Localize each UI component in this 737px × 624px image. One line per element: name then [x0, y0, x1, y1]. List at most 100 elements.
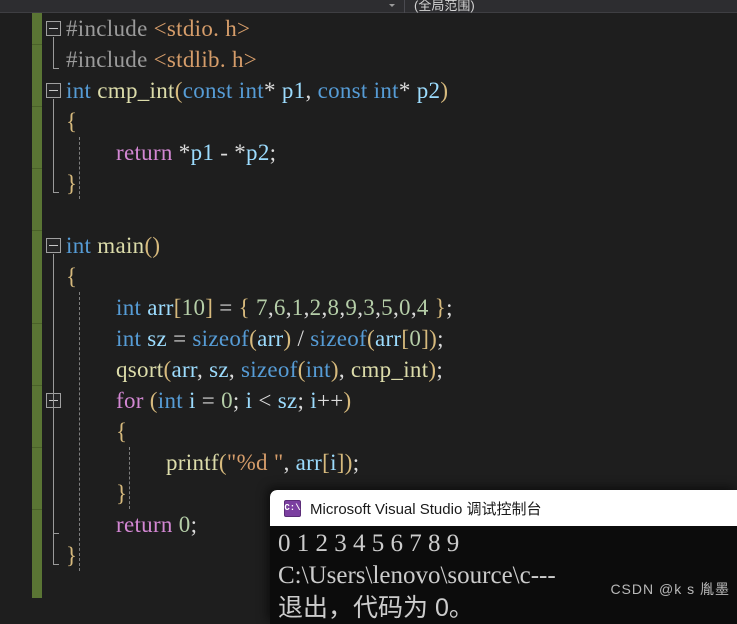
code-line[interactable]: qsort(arr, sz, sizeof(int), cmp_int);: [116, 354, 443, 385]
code-line[interactable]: for (int i = 0; i < sz; i++): [116, 385, 351, 416]
code-token-brace: [: [322, 450, 331, 475]
code-line[interactable]: int cmp_int(const int* p1, const int* p2…: [66, 75, 448, 106]
code-token-kw: sizeof: [192, 326, 250, 351]
code-token-var: p2: [416, 78, 441, 103]
code-token-str: <stdlib. h>: [153, 47, 258, 72]
code-token-brace: }: [116, 481, 128, 506]
code-token-var: sz: [277, 388, 298, 413]
code-token-num: 7: [256, 295, 268, 320]
code-line[interactable]: #include <stdio. h>: [66, 13, 250, 44]
fold-region-foot: [53, 564, 59, 565]
code-token-pre: #include: [66, 47, 154, 72]
change-bar-seam: [32, 44, 42, 45]
outlining-margin[interactable]: [42, 13, 66, 624]
code-line[interactable]: return 0;: [116, 509, 197, 540]
code-token-var: sz: [147, 326, 168, 351]
code-token-brace: {: [66, 264, 78, 289]
code-line[interactable]: }: [66, 540, 77, 571]
code-token-plain: ++: [316, 388, 344, 413]
code-line[interactable]: {: [66, 261, 77, 292]
code-token-punct: ,: [305, 78, 318, 103]
scope-dropdown-label[interactable]: (全局范围): [414, 0, 475, 14]
code-token-plain: /: [291, 326, 311, 351]
code-token-kw: sizeof: [310, 326, 367, 351]
code-token-fn: cmp_int: [350, 357, 429, 382]
fold-collapse-icon[interactable]: [46, 21, 61, 36]
code-line[interactable]: }: [66, 168, 77, 199]
change-bar-seam: [32, 168, 42, 169]
code-token-brace: (: [218, 450, 227, 475]
code-token-plain: *: [263, 78, 282, 103]
code-token-var: arr: [171, 357, 197, 382]
code-token-brace: {: [238, 295, 250, 320]
code-token-str: <stdio. h>: [153, 16, 251, 41]
code-token-num: 2: [309, 295, 322, 320]
code-token-var: arr: [257, 326, 284, 351]
code-token-punct: ,: [283, 450, 296, 475]
change-bar-seam: [32, 230, 42, 231]
code-token-punct: ,: [228, 357, 241, 382]
change-tracking-bar: [32, 13, 42, 598]
code-token-brace: (: [249, 326, 258, 351]
visual-studio-window: (全局范围) #include <stdio. h> #include <stdl…: [0, 0, 737, 624]
code-token-brace: ]): [421, 326, 438, 351]
code-token-brace: }: [434, 295, 447, 320]
console-title-bar[interactable]: C:\ Microsoft Visual Studio 调试控制台: [270, 490, 737, 526]
code-line[interactable]: int sz = sizeof(arr) / sizeof(arr[0]);: [116, 323, 444, 354]
code-line[interactable]: #include <stdlib. h>: [66, 44, 257, 75]
console-output-line: 0 1 2 3 4 5 6 7 8 9: [278, 530, 460, 557]
code-token-brace: (: [149, 388, 158, 413]
code-token-plain: - *: [214, 140, 247, 165]
code-token-num: 1: [291, 295, 304, 320]
watermark-text: CSDN @k s 胤墨: [610, 581, 730, 597]
code-token-kw: int: [157, 388, 183, 413]
fold-region-foot: [53, 68, 59, 69]
code-line[interactable]: int arr[10] = { 7,6,1,2,8,9,3,5,0,4 };: [116, 292, 453, 323]
fold-collapse-icon[interactable]: [46, 238, 61, 253]
code-token-kw: sizeof: [240, 357, 298, 382]
indent-guide: [79, 137, 80, 199]
code-token-brace: (: [297, 357, 306, 382]
code-line[interactable]: printf("%d ", arr[i]);: [166, 447, 359, 478]
code-token-num: 10: [181, 295, 206, 320]
code-line[interactable]: int main(): [66, 230, 160, 261]
code-line[interactable]: {: [116, 416, 127, 447]
code-token-fn: main: [97, 233, 145, 258]
code-token-var: arr: [147, 295, 174, 320]
code-token-brace: {: [116, 419, 128, 444]
code-token-plain: =: [167, 326, 193, 351]
code-line[interactable]: return *p1 - *p2;: [116, 137, 276, 168]
code-token-brace: ]): [336, 450, 353, 475]
code-token-punct: ;: [190, 512, 198, 537]
code-token-kw: int: [116, 295, 142, 320]
indicator-margin[interactable]: [0, 13, 32, 624]
code-token-fn: printf: [166, 450, 219, 475]
code-token-ctl: return: [116, 512, 173, 537]
code-token-brace: (: [367, 326, 375, 351]
code-line[interactable]: }: [116, 478, 127, 509]
code-token-plain: *: [172, 140, 191, 165]
debug-console-window[interactable]: C:\ Microsoft Visual Studio 调试控制台 0 1 2 …: [270, 490, 737, 624]
chevron-down-icon[interactable]: [389, 4, 395, 7]
code-token-kw: int: [116, 326, 142, 351]
code-token-brace: (): [144, 233, 161, 258]
code-token-brace: ): [440, 78, 449, 103]
console-app-icon: C:\: [284, 499, 301, 517]
code-token-num: 8: [327, 295, 340, 320]
code-token-punct: ;: [437, 326, 444, 351]
code-token-brace: (: [174, 78, 183, 103]
code-token-brace: {: [66, 109, 78, 134]
code-token-punct: ,: [338, 357, 351, 382]
code-token-var: p1: [281, 78, 306, 103]
code-token-plain: =: [213, 295, 239, 320]
code-token-fn: qsort: [116, 357, 164, 382]
fold-collapse-icon[interactable]: [46, 83, 61, 98]
code-token-brace: ): [343, 388, 352, 413]
code-token-num: 0: [178, 512, 191, 537]
code-token-pre: #include: [66, 16, 154, 41]
change-bar-seam: [32, 323, 42, 324]
console-output[interactable]: 0 1 2 3 4 5 6 7 8 9 C:\Users\lenovo\sourc…: [270, 526, 737, 624]
code-line[interactable]: {: [66, 106, 77, 137]
code-token-punct: ;: [232, 388, 246, 413]
code-token-punct: ;: [269, 140, 277, 165]
